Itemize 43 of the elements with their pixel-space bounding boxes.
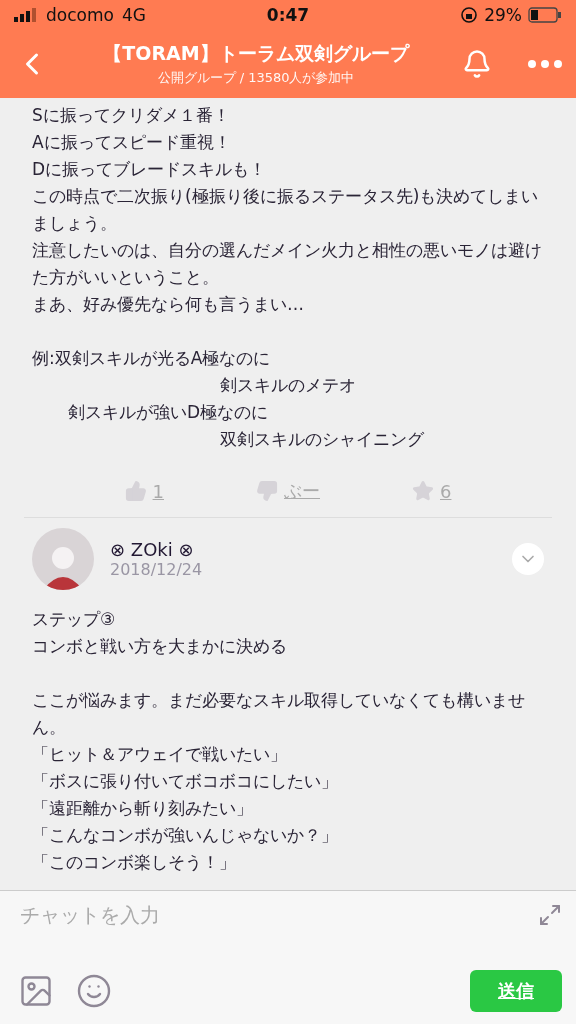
rotation-lock-icon: [460, 6, 479, 24]
dislike-link[interactable]: ぶー: [256, 479, 320, 503]
post-text: ステップ③: [32, 608, 117, 631]
post-text: Aに振ってスピード重視！: [32, 131, 232, 154]
post-text: まあ、好み優先なら何も言うまい…: [32, 293, 305, 316]
post-text: 「こんなコンボが強いんじゃないか？」: [32, 824, 339, 847]
thumbs-up-icon: [124, 480, 147, 502]
example-text: 双剣スキルのシャイニング: [219, 428, 425, 451]
expand-icon[interactable]: [538, 903, 562, 927]
post-text: コンボと戦い方を大まかに決める: [32, 635, 288, 658]
image-icon[interactable]: [18, 973, 54, 1009]
network-type: 4G: [121, 5, 146, 25]
smiley-icon[interactable]: [76, 973, 112, 1009]
chat-input[interactable]: チャットを入力: [18, 903, 538, 928]
star-link[interactable]: 6: [412, 479, 452, 503]
post-text: 「ヒット＆アウェイで戦いたい」: [32, 743, 288, 766]
send-button[interactable]: 送信: [470, 970, 562, 1012]
post-date: 2018/12/24: [110, 560, 204, 579]
post-text: Sに振ってクリダメ１番！: [32, 104, 231, 127]
post-text: Dに振ってブレードスキルも！: [32, 158, 268, 181]
example-text: 剣スキルが強いD極なのに: [67, 401, 270, 424]
post-text: 注意したいのは、自分の選んだメイン火力と相性の悪いモノは避けた方がいいということ。: [32, 239, 543, 289]
battery-icon: [528, 7, 562, 23]
post-text: この時点で二次振り(極振り後に振るステータス先)も決めてしまいましょう。: [32, 185, 540, 235]
author-name: ⊗ ZOki ⊗: [110, 539, 195, 560]
battery-percent: 29%: [484, 5, 522, 25]
example-text: 剣スキルのメテオ: [219, 374, 357, 397]
example-text: 例:双剣スキルが光るA極なのに: [32, 347, 272, 370]
dropdown-button[interactable]: [512, 543, 544, 575]
post-text: 「ボスに張り付いてボコボコにしたい」: [32, 770, 339, 793]
bell-icon: [462, 49, 492, 79]
signal-icon: [14, 8, 38, 22]
like-link[interactable]: 1: [124, 479, 164, 503]
carrier-name: docomo: [46, 5, 114, 25]
thumbs-down-icon: [256, 480, 278, 502]
star-icon: [412, 480, 434, 502]
post-text: ここが悩みます。まだ必要なスキル取得していなくても構いません。: [32, 689, 526, 739]
clock-time: 0:47: [266, 5, 310, 25]
group-title: 【TORAM】トーラム双剣グループ: [103, 41, 409, 66]
group-subtitle: 公開グループ / 13580人が参加中: [157, 69, 355, 87]
more-icon: [528, 60, 562, 68]
post-text: 「遠距離から斬り刻みたい」: [32, 797, 254, 820]
post-text: 「このコンボ楽しそう！」: [32, 851, 237, 874]
